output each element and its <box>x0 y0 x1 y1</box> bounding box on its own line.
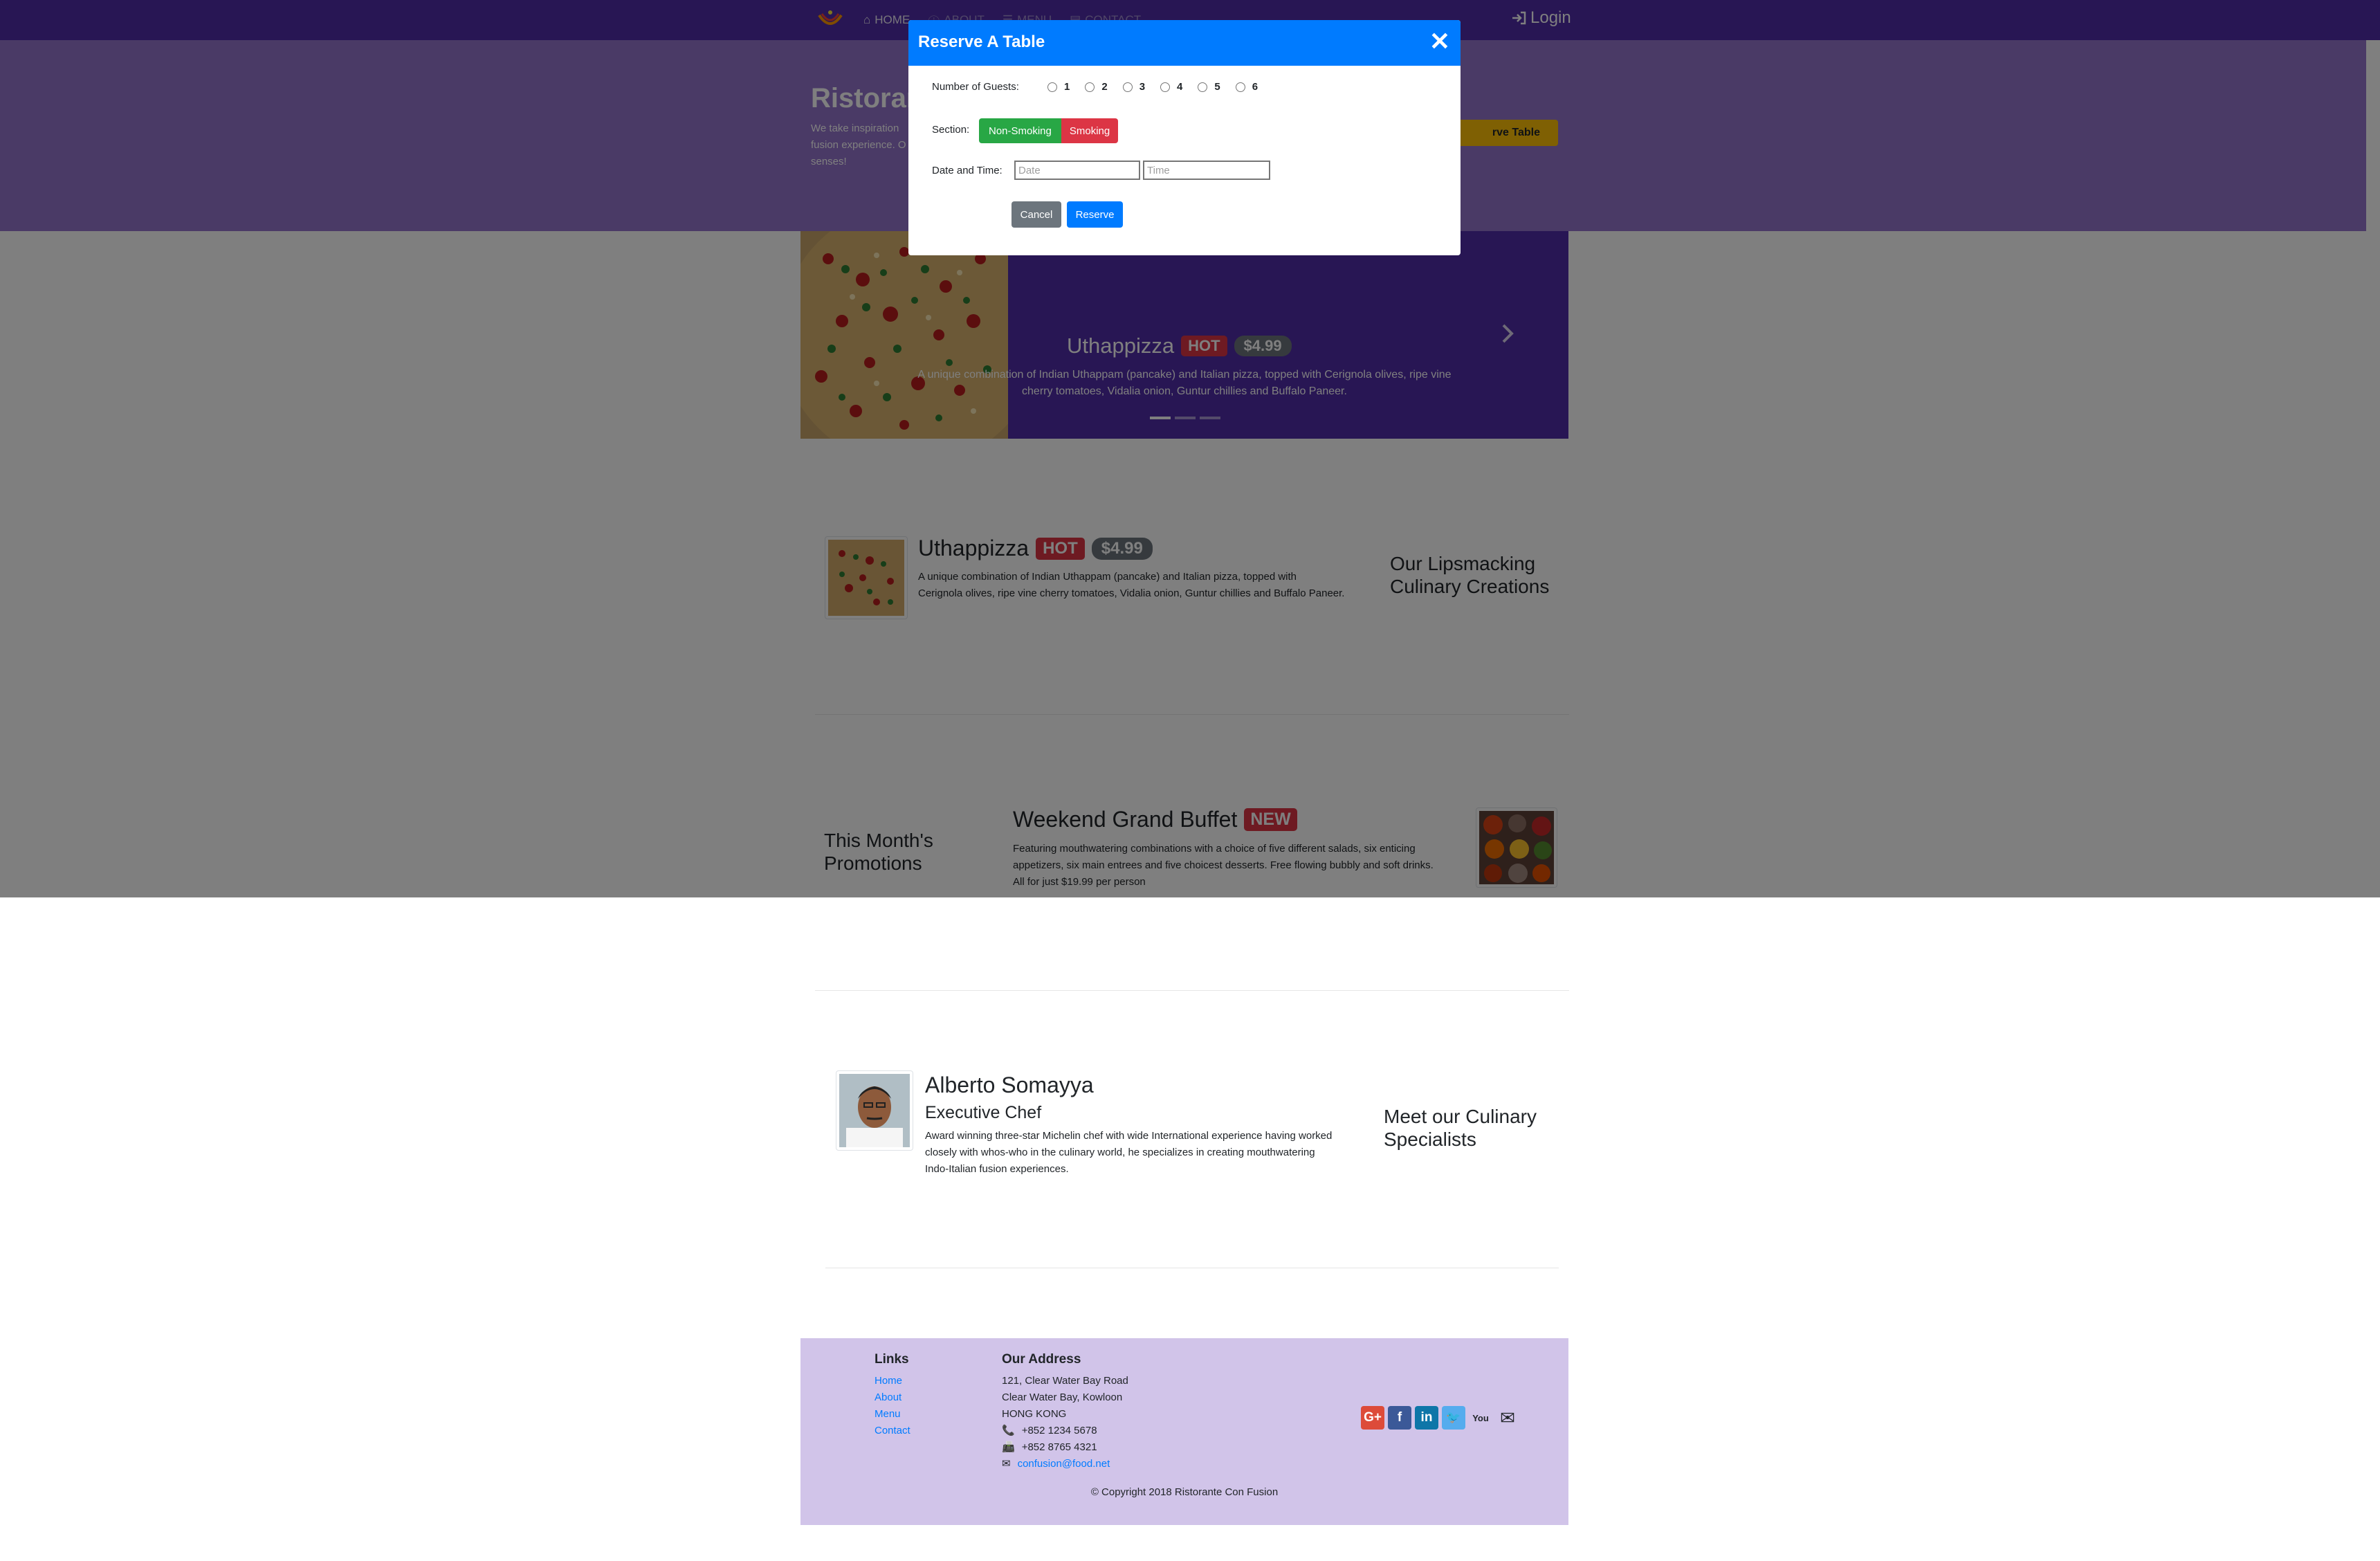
footer-address-heading: Our Address <box>1002 1352 1081 1367</box>
reserve-table-modal: Reserve A Table ✕ Number of Guests: 1 2 … <box>908 20 1461 255</box>
guests-label: Number of Guests: <box>932 81 1019 93</box>
phone-icon: 📞 <box>1002 1425 1015 1436</box>
guests-radio[interactable] <box>1235 82 1245 92</box>
modal-title: Reserve A Table <box>918 33 1045 51</box>
social-links: G+ f in 🐦 You ✉ <box>1361 1406 1519 1430</box>
cancel-button[interactable]: Cancel <box>1012 201 1061 228</box>
envelope-icon: ✉ <box>1002 1458 1011 1470</box>
date-input[interactable]: Date <box>1014 161 1140 180</box>
leader-name: Alberto Somayya <box>925 1072 1094 1097</box>
footer-links-heading: Links <box>875 1352 909 1367</box>
phone-row: 📞 +852 1234 5678 <box>1002 1423 1128 1439</box>
facebook-icon[interactable]: f <box>1388 1406 1411 1430</box>
footer-link-about[interactable]: About <box>875 1389 910 1406</box>
address-line: Clear Water Bay, Kowloon <box>1002 1391 1123 1403</box>
footer-link-menu[interactable]: Menu <box>875 1406 910 1423</box>
address-line: 121, Clear Water Bay Road <box>1002 1375 1128 1387</box>
google-plus-icon[interactable]: G+ <box>1361 1406 1384 1430</box>
guests-radio[interactable] <box>1122 82 1133 92</box>
reserve-button[interactable]: Reserve <box>1067 201 1123 228</box>
guests-option-label: 1 <box>1064 81 1070 93</box>
time-input[interactable]: Time <box>1143 161 1270 180</box>
guests-option-label: 2 <box>1101 81 1108 93</box>
side-heading-line: Specialists <box>1384 1129 1476 1150</box>
guests-option-label: 3 <box>1139 81 1146 93</box>
twitter-icon[interactable]: 🐦 <box>1442 1406 1465 1430</box>
email-row: ✉ confusion@food.net <box>1002 1456 1128 1472</box>
linkedin-icon[interactable]: in <box>1415 1406 1438 1430</box>
copyright: © Copyright 2018 Ristorante Con Fusion <box>1090 1486 1279 1498</box>
divider <box>815 990 1569 991</box>
section-toggle-group: Non-Smoking Smoking <box>979 118 1119 143</box>
guests-radio[interactable] <box>1198 82 1208 92</box>
non-smoking-button[interactable]: Non-Smoking <box>979 118 1061 143</box>
footer-link-home[interactable]: Home <box>875 1373 910 1389</box>
fax-icon: 📠 <box>1002 1441 1015 1453</box>
leader-desc-line: Indo-Italian fusion experiences. <box>925 1163 1069 1175</box>
footer-links: Links Home About Menu Contact <box>875 1352 910 1439</box>
youtube-icon[interactable]: You <box>1469 1406 1492 1430</box>
mail-icon[interactable]: ✉ <box>1496 1406 1519 1430</box>
guests-radio[interactable] <box>1047 82 1057 92</box>
leader-desc-line: closely with whos-who in the culinary wo… <box>925 1147 1315 1158</box>
address-line: HONG KONG <box>1002 1408 1067 1420</box>
guests-radio[interactable] <box>1160 82 1171 92</box>
fax-number: +852 8765 4321 <box>1021 1441 1097 1453</box>
guests-option-label: 6 <box>1252 81 1258 93</box>
footer-link-contact[interactable]: Contact <box>875 1423 910 1439</box>
guests-option-label: 5 <box>1214 81 1220 93</box>
phone-number: +852 1234 5678 <box>1021 1425 1097 1436</box>
datetime-label: Date and Time: <box>932 165 1003 176</box>
leader-description: Award winning three-star Michelin chef w… <box>925 1128 1375 1178</box>
leader-thumbnail <box>836 1070 913 1151</box>
chef-photo <box>839 1074 910 1147</box>
guests-radio[interactable] <box>1085 82 1095 92</box>
close-icon[interactable]: ✕ <box>1429 29 1451 54</box>
guests-radio-group: 1 2 3 4 5 6 <box>1047 81 1270 93</box>
leader-designation: Executive Chef <box>925 1103 1042 1122</box>
section-label: Section: <box>932 124 970 136</box>
email-link[interactable]: confusion@food.net <box>1018 1456 1110 1472</box>
smoking-button[interactable]: Smoking <box>1061 118 1119 143</box>
fax-row: 📠 +852 8765 4321 <box>1002 1439 1128 1456</box>
footer-address: Our Address 121, Clear Water Bay Road Cl… <box>1002 1352 1128 1472</box>
side-heading-line: Meet our Culinary <box>1384 1106 1537 1127</box>
leader-side-heading: Meet our Culinary Specialists <box>1384 1105 1537 1151</box>
guests-option-label: 4 <box>1177 81 1183 93</box>
leader-desc-line: Award winning three-star Michelin chef w… <box>925 1130 1333 1142</box>
